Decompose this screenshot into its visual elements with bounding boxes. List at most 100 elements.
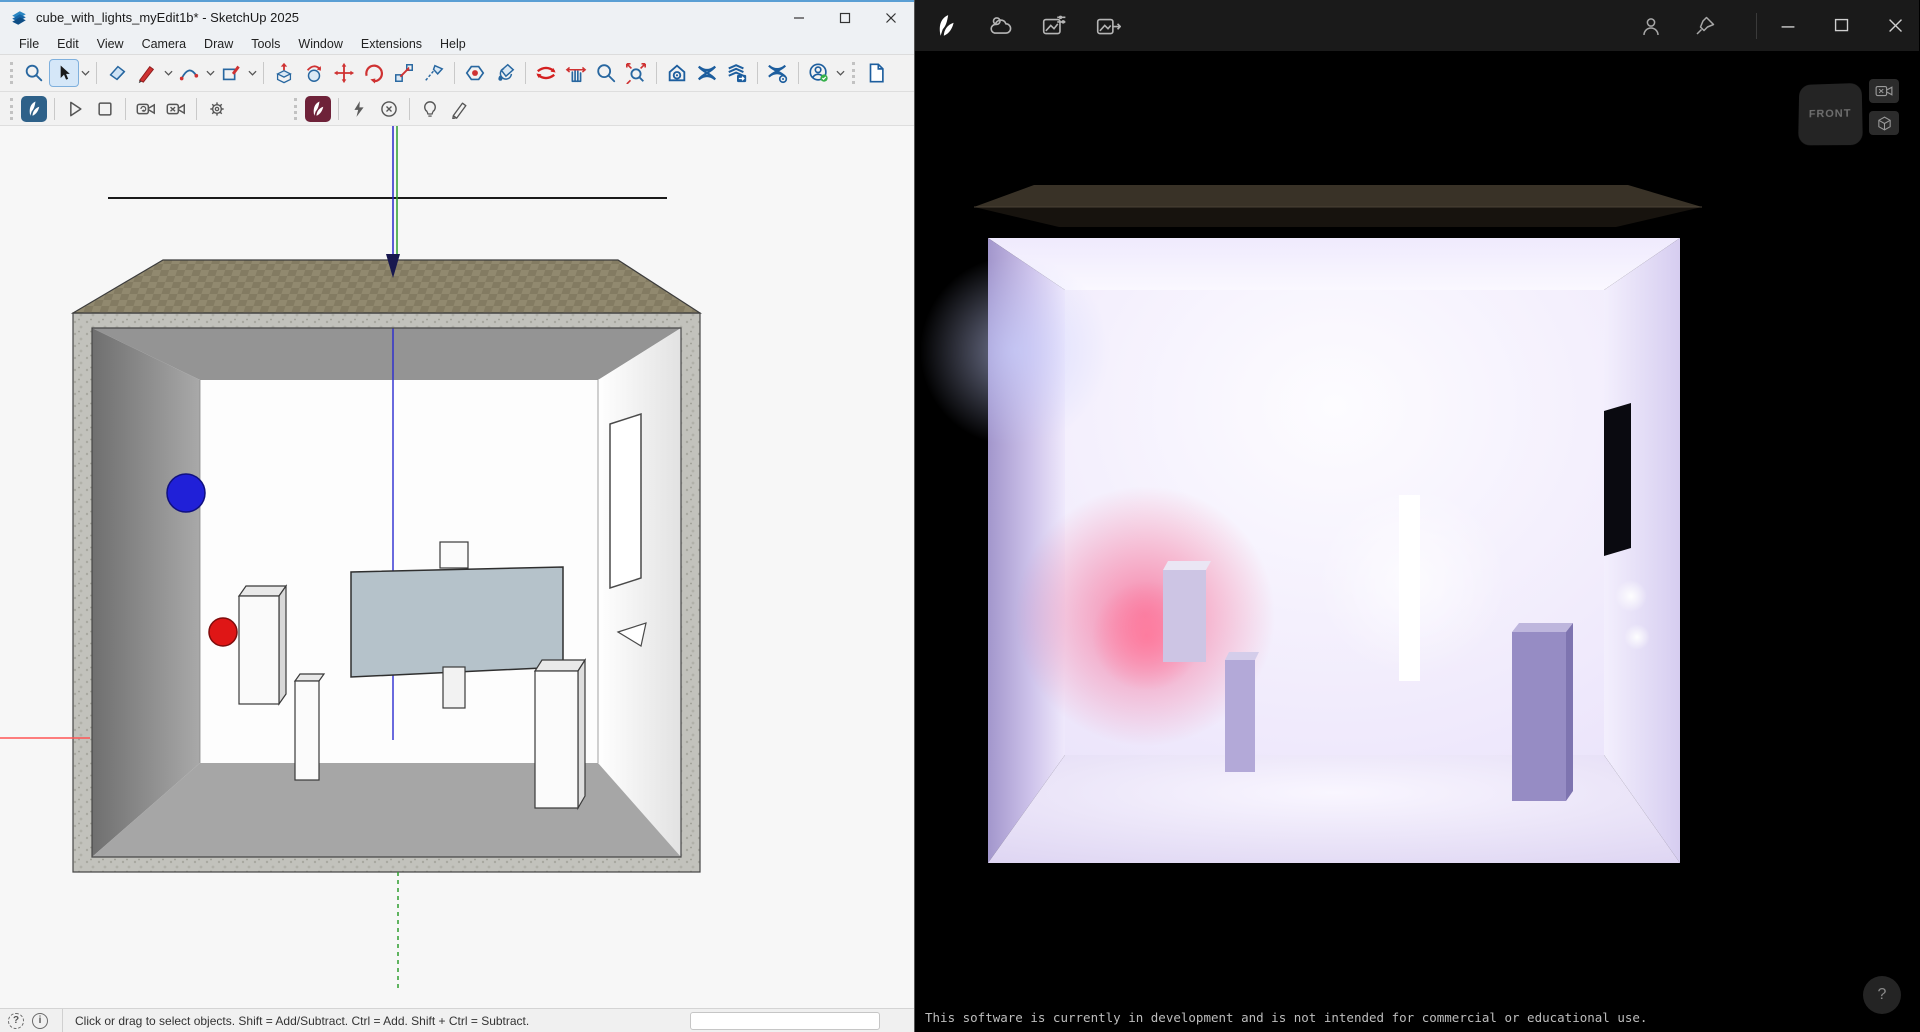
renderer-logo-blue-icon[interactable] bbox=[19, 95, 49, 123]
desktop: cube_with_lights_myEdit1b* - SketchUp 20… bbox=[0, 0, 1920, 1032]
menu-edit[interactable]: Edit bbox=[48, 35, 88, 53]
search-icon[interactable] bbox=[19, 59, 49, 87]
abort-render-icon[interactable] bbox=[374, 95, 404, 123]
blue-light-glow bbox=[920, 256, 1110, 446]
menu-window[interactable]: Window bbox=[289, 35, 351, 53]
blue-sphere-light[interactable] bbox=[167, 474, 205, 512]
remove-camera-icon[interactable] bbox=[161, 95, 191, 123]
statusbar: ? i Click or drag to select objects. Shi… bbox=[0, 1008, 914, 1032]
maximize-icon[interactable] bbox=[1825, 9, 1859, 43]
pillar-right[interactable] bbox=[535, 660, 585, 808]
status-message: Click or drag to select objects. Shift =… bbox=[62, 1009, 529, 1032]
window-title: cube_with_lights_myEdit1b* - SketchUp 20… bbox=[36, 10, 299, 25]
follow-me-icon[interactable] bbox=[299, 59, 329, 87]
close-icon[interactable] bbox=[1879, 9, 1913, 43]
eraser-icon[interactable] bbox=[102, 59, 132, 87]
rendered-pillar-left bbox=[1163, 561, 1211, 662]
extension-exchange-icon[interactable] bbox=[692, 59, 722, 87]
menu-extensions[interactable]: Extensions bbox=[352, 35, 431, 53]
menu-help[interactable]: Help bbox=[431, 35, 475, 53]
panel-screen[interactable] bbox=[351, 567, 563, 677]
menubar: File Edit View Camera Draw Tools Window … bbox=[0, 33, 914, 55]
scale-tool-icon[interactable] bbox=[389, 59, 419, 87]
arc-tool-icon[interactable] bbox=[174, 59, 204, 87]
window-controls bbox=[776, 2, 914, 33]
layers-export-icon[interactable] bbox=[722, 59, 752, 87]
toolbar-render-extension bbox=[0, 92, 914, 126]
model-info-icon[interactable] bbox=[662, 59, 692, 87]
rendered-scene bbox=[915, 51, 1919, 1027]
select-tool-icon[interactable] bbox=[49, 59, 79, 87]
select-dropdown-icon[interactable] bbox=[79, 59, 91, 87]
viewcube-front[interactable]: FRONT bbox=[1798, 83, 1863, 145]
move-tool-icon[interactable] bbox=[329, 59, 359, 87]
start-render-icon[interactable] bbox=[60, 95, 90, 123]
line-dropdown-icon[interactable] bbox=[162, 59, 174, 87]
edit-tool-icon[interactable] bbox=[445, 95, 475, 123]
sketchup-logo-icon bbox=[10, 9, 28, 27]
stop-render-window-icon[interactable] bbox=[90, 95, 120, 123]
position-camera-icon[interactable] bbox=[460, 59, 490, 87]
toolbar-grip[interactable] bbox=[294, 98, 297, 120]
render-settings-icon[interactable] bbox=[1037, 9, 1071, 43]
quick-render-icon[interactable] bbox=[344, 95, 374, 123]
menu-file[interactable]: File bbox=[10, 35, 48, 53]
gizmo-toggle-button[interactable] bbox=[1869, 111, 1899, 135]
rendered-pillar-small bbox=[1225, 652, 1259, 772]
render-viewport[interactable]: FRONT This software is currently in deve… bbox=[915, 51, 1919, 1032]
arc-dropdown-icon[interactable] bbox=[204, 59, 216, 87]
rotate-tool-icon[interactable] bbox=[359, 59, 389, 87]
geolocate-icon[interactable]: ? bbox=[8, 1013, 24, 1029]
paint-bucket-icon[interactable] bbox=[490, 59, 520, 87]
wall-light-spot-2 bbox=[1624, 624, 1650, 650]
shapes-tool-icon[interactable] bbox=[216, 59, 246, 87]
maximize-icon[interactable] bbox=[822, 2, 868, 33]
extension-settings-icon[interactable] bbox=[763, 59, 793, 87]
edit-lights-icon[interactable] bbox=[415, 95, 445, 123]
camera-toggle-button[interactable] bbox=[1869, 79, 1899, 103]
sketchup-window: cube_with_lights_myEdit1b* - SketchUp 20… bbox=[0, 0, 915, 1032]
renderer-logo-icon bbox=[929, 9, 963, 43]
scene-3d-model[interactable] bbox=[0, 126, 914, 1008]
line-tool-icon[interactable] bbox=[132, 59, 162, 87]
red-sphere-light[interactable] bbox=[209, 618, 237, 646]
shapes-dropdown-icon[interactable] bbox=[246, 59, 258, 87]
window-opening[interactable] bbox=[610, 414, 641, 588]
minimize-icon[interactable] bbox=[776, 2, 822, 33]
account-icon[interactable] bbox=[1634, 9, 1668, 43]
help-button[interactable]: ? bbox=[1863, 976, 1901, 1014]
rendered-pillar-right bbox=[1512, 623, 1573, 801]
orbit-tool-icon[interactable] bbox=[531, 59, 561, 87]
export-image-icon[interactable] bbox=[1091, 9, 1125, 43]
menu-tools[interactable]: Tools bbox=[242, 35, 289, 53]
push-pull-icon[interactable] bbox=[269, 59, 299, 87]
toolbar-grip[interactable] bbox=[10, 62, 13, 84]
rendered-pillar-glowing bbox=[1399, 495, 1420, 681]
zoom-tool-icon[interactable] bbox=[591, 59, 621, 87]
pan-tool-icon[interactable] bbox=[561, 59, 591, 87]
post-cap[interactable] bbox=[440, 542, 468, 568]
cube-roof[interactable] bbox=[73, 260, 700, 313]
zoom-extents-icon[interactable] bbox=[621, 59, 651, 87]
sketchup-viewport[interactable] bbox=[0, 126, 914, 1008]
toolbar-grip[interactable] bbox=[852, 62, 855, 84]
info-icon[interactable]: i bbox=[32, 1013, 48, 1029]
menu-camera[interactable]: Camera bbox=[133, 35, 195, 53]
minimize-icon[interactable] bbox=[1771, 9, 1805, 43]
account-signin-icon[interactable] bbox=[804, 59, 834, 87]
environment-icon[interactable] bbox=[983, 9, 1017, 43]
measurements-input[interactable] bbox=[690, 1012, 880, 1030]
menu-view[interactable]: View bbox=[88, 35, 133, 53]
tape-measure-icon[interactable] bbox=[419, 59, 449, 87]
render-settings-icon[interactable] bbox=[202, 95, 232, 123]
pin-window-icon[interactable] bbox=[1688, 9, 1722, 43]
new-file-icon[interactable] bbox=[861, 59, 891, 87]
panel-post[interactable] bbox=[443, 667, 465, 708]
account-dropdown-icon[interactable] bbox=[834, 59, 846, 87]
toolbar-grip[interactable] bbox=[10, 98, 13, 120]
close-icon[interactable] bbox=[868, 2, 914, 33]
pillar-left[interactable] bbox=[239, 586, 286, 704]
renderer-logo-maroon-icon[interactable] bbox=[303, 95, 333, 123]
menu-draw[interactable]: Draw bbox=[195, 35, 242, 53]
add-camera-icon[interactable] bbox=[131, 95, 161, 123]
